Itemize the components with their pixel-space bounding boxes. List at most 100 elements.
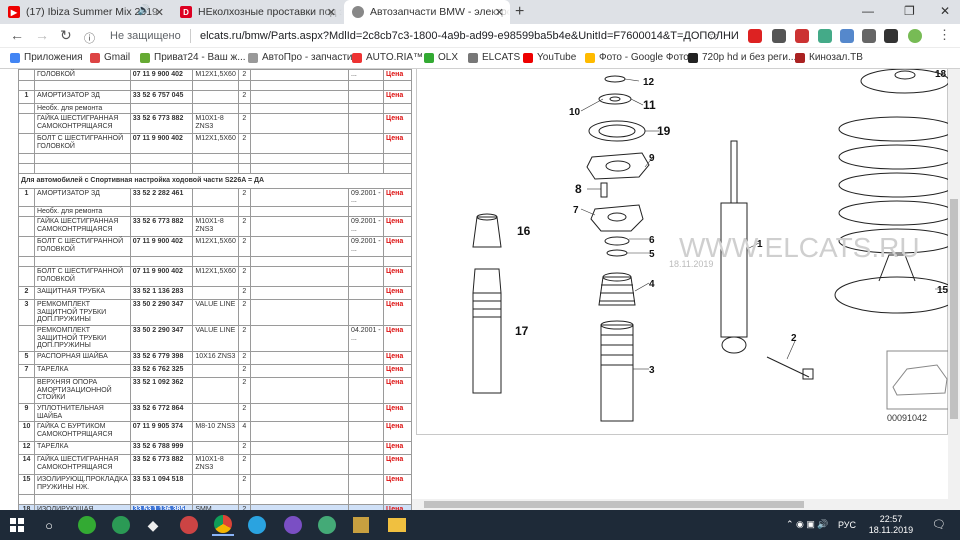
table-row[interactable]: ГАЙКА ШЕСТИГРАННАЯ САМОКОНТРЯЩАЯСЯ 33 52 … <box>18 113 412 134</box>
part-code-cell[interactable]: 07 11 9 900 402 <box>129 69 194 81</box>
insecure-label[interactable]: Не защищено <box>110 30 181 42</box>
extension-icon[interactable] <box>862 29 876 43</box>
table-row[interactable]: 12 ТАРЕЛКА 33 52 6 788 999 2 Цена <box>18 441 412 455</box>
table-row[interactable]: 1 АМОРТИЗАТОР ЗД 33 52 2 282 461 2 09.2001 -… <box>18 187 412 207</box>
price-link[interactable]: Цена <box>383 351 412 365</box>
price-link[interactable]: Цена <box>383 89 412 104</box>
table-row[interactable]: 3 РЕМКОМПЛЕКТ ЗАЩИТНОЙ ТРУБКИ ДОП.ПРУЖИНЫ… <box>18 299 412 326</box>
part-code-cell[interactable]: 33 52 6 772 864 <box>129 403 194 422</box>
bookmark-720p[interactable]: 720p hd и без реги... <box>688 52 796 63</box>
bookmark-google-photos[interactable]: Фото - Google Фото <box>585 52 689 63</box>
bookmark-kinozal[interactable]: Кинозал.ТВ <box>795 52 863 63</box>
price-link[interactable] <box>383 494 412 505</box>
part-code-cell[interactable]: 33 52 6 773 882 <box>129 216 194 237</box>
price-link[interactable]: Цена <box>383 377 412 404</box>
extension-icon[interactable] <box>840 29 854 43</box>
part-code-cell[interactable]: 33 52 6 788 999 <box>129 441 194 455</box>
price-link[interactable]: Цена <box>383 421 412 442</box>
part-code-cell[interactable] <box>129 163 194 174</box>
extension-icon[interactable] <box>772 29 786 43</box>
part-code-cell[interactable]: 33 50 2 290 347 <box>129 325 194 352</box>
part-code-cell[interactable]: 07 11 9 900 402 <box>129 266 194 287</box>
parts-diagram[interactable]: WWW.ELCATS.RU 18.11.2019 12 11 10 19 9 8… <box>416 69 960 435</box>
back-icon[interactable]: ← <box>10 27 24 43</box>
part-code-cell[interactable]: 07 11 9 905 374 <box>129 421 194 442</box>
bookmark-elcats[interactable]: ELCATS <box>468 52 520 63</box>
tab-drive2[interactable]: D НЕколхозные проставки под за ✕ <box>172 0 342 24</box>
vertical-scrollbar[interactable] <box>948 69 960 510</box>
part-code-cell[interactable]: 33 52 2 282 461 <box>129 187 194 207</box>
part-code-cell[interactable]: 07 11 9 900 402 <box>129 133 194 154</box>
tray-icons[interactable]: ⌃ ◉ ▣ 🔊 <box>786 519 829 530</box>
close-tab-icon[interactable]: ✕ <box>495 6 504 19</box>
bookmark-gmail[interactable]: Gmail <box>90 52 130 63</box>
table-row[interactable]: РЕМКОМПЛЕКТ ЗАЩИТНОЙ ТРУБКИ ДОП.ПРУЖИНЫ 3… <box>18 325 412 352</box>
close-tab-icon[interactable]: ✕ <box>155 6 164 19</box>
minimize-button[interactable]: — <box>862 4 874 18</box>
extension-icon[interactable] <box>818 29 832 43</box>
avatar[interactable] <box>908 29 922 43</box>
table-row[interactable]: 1 АМОРТИЗАТОР ЗД 33 52 6 757 045 2 Цена <box>18 89 412 104</box>
maximize-button[interactable]: ❐ <box>904 4 915 18</box>
table-row[interactable]: Необх. для ремонта <box>18 205 412 217</box>
table-row[interactable]: Для автомобилей с Спортивная настройка х… <box>18 173 412 189</box>
price-link[interactable] <box>383 163 412 174</box>
part-code-cell[interactable]: 33 50 2 290 347 <box>129 299 194 326</box>
file-explorer-icon[interactable] <box>386 514 408 536</box>
part-code-cell[interactable]: 33 52 6 773 882 <box>129 454 194 475</box>
price-link[interactable]: Цена <box>383 286 412 300</box>
app-n-icon[interactable] <box>110 514 132 536</box>
close-tab-icon[interactable]: ✕ <box>327 6 336 19</box>
part-code-cell[interactable] <box>129 153 194 164</box>
part-code-cell[interactable]: 33 52 6 773 882 <box>129 113 194 134</box>
table-row[interactable]: 15 ИЗОЛИРУЮЩ.ПРОКЛАДКА ПРУЖИНЫ НЖ. 33 53 1… <box>18 474 412 495</box>
price-link[interactable]: Цена <box>383 441 412 455</box>
new-tab-button[interactable]: + <box>515 3 524 21</box>
price-link[interactable]: Цена <box>383 364 412 378</box>
tab-elcats[interactable]: Автозапчасти BMW - электрон ✕ <box>344 0 510 24</box>
app-burn-icon[interactable] <box>178 514 200 536</box>
windows-start-icon[interactable] <box>6 514 28 536</box>
table-row[interactable]: БОЛТ С ШЕСТИГРАННОЙ ГОЛОВКОЙ 07 11 9 900 … <box>18 266 412 287</box>
part-code-cell[interactable]: 33 52 6 779 398 <box>129 351 194 365</box>
table-row[interactable] <box>18 153 412 164</box>
price-link[interactable]: Цена <box>383 474 412 495</box>
price-link[interactable]: Цена <box>383 69 412 81</box>
price-link[interactable] <box>383 205 412 217</box>
search-icon[interactable]: ○ <box>38 514 60 536</box>
app-cat-icon[interactable]: ◆ <box>142 514 164 536</box>
price-link[interactable]: Цена <box>383 454 412 475</box>
bookmark-autoria[interactable]: AUTO.RIA™ <box>352 52 423 63</box>
bookmark-privat24[interactable]: Приват24 - Ваш ж... <box>140 52 246 63</box>
table-row[interactable]: БОЛТ С ШЕСТИГРАННОЙ ГОЛОВКОЙ 07 11 9 900 … <box>18 133 412 154</box>
price-link[interactable]: Цена <box>383 187 412 207</box>
table-row[interactable] <box>18 494 412 505</box>
table-row[interactable]: 14 ГАЙКА ШЕСТИГРАННАЯ САМОКОНТРЯЩАЯСЯ 33 5… <box>18 454 412 475</box>
extension-icon[interactable] <box>748 29 762 43</box>
table-row[interactable]: ГОЛОВКОЙ 07 11 9 900 402 M12X1,5X60 2... Цен… <box>18 69 412 81</box>
star-icon[interactable]: ☆ <box>708 29 719 43</box>
table-row[interactable] <box>18 79 412 91</box>
bookmark-olx[interactable]: OLX <box>424 52 458 63</box>
price-link[interactable] <box>383 256 412 267</box>
horizontal-scrollbar[interactable] <box>412 499 948 510</box>
price-link[interactable]: Цена <box>383 133 412 154</box>
table-row[interactable]: ВЕРХНЯЯ ОПОРА АМОРТИЗАЦИОННОЙ СТОЙКИ 33 5… <box>18 377 412 404</box>
price-link[interactable] <box>383 79 412 91</box>
app-green-icon[interactable] <box>76 514 98 536</box>
tab-youtube[interactable]: ▶ (17) Ibiza Summer Mix 2019 🔊 ✕ <box>0 0 170 24</box>
extension-icon[interactable] <box>795 29 809 43</box>
reload-icon[interactable]: ↻ <box>60 27 72 44</box>
close-window-button[interactable]: ✕ <box>940 4 950 18</box>
app-box-icon[interactable] <box>350 514 372 536</box>
table-row[interactable] <box>18 163 412 174</box>
table-row[interactable]: 10 ГАЙКА С БУРТИКОМ САМОКОНТРЯЩАЯСЯ 07 11 … <box>18 421 412 442</box>
price-link[interactable]: Цена <box>383 403 412 422</box>
viber-icon[interactable] <box>282 514 304 536</box>
bookmark-youtube[interactable]: YouTube <box>523 52 576 63</box>
table-row[interactable]: 2 ЗАЩИТНАЯ ТРУБКА 33 52 1 136 283 2 Цена <box>18 286 412 300</box>
menu-icon[interactable]: ⋮ <box>938 27 951 43</box>
part-code-cell[interactable]: 33 52 6 762 325 <box>129 364 194 378</box>
price-link[interactable] <box>383 153 412 164</box>
info-icon[interactable]: ⓘ <box>84 30 95 46</box>
